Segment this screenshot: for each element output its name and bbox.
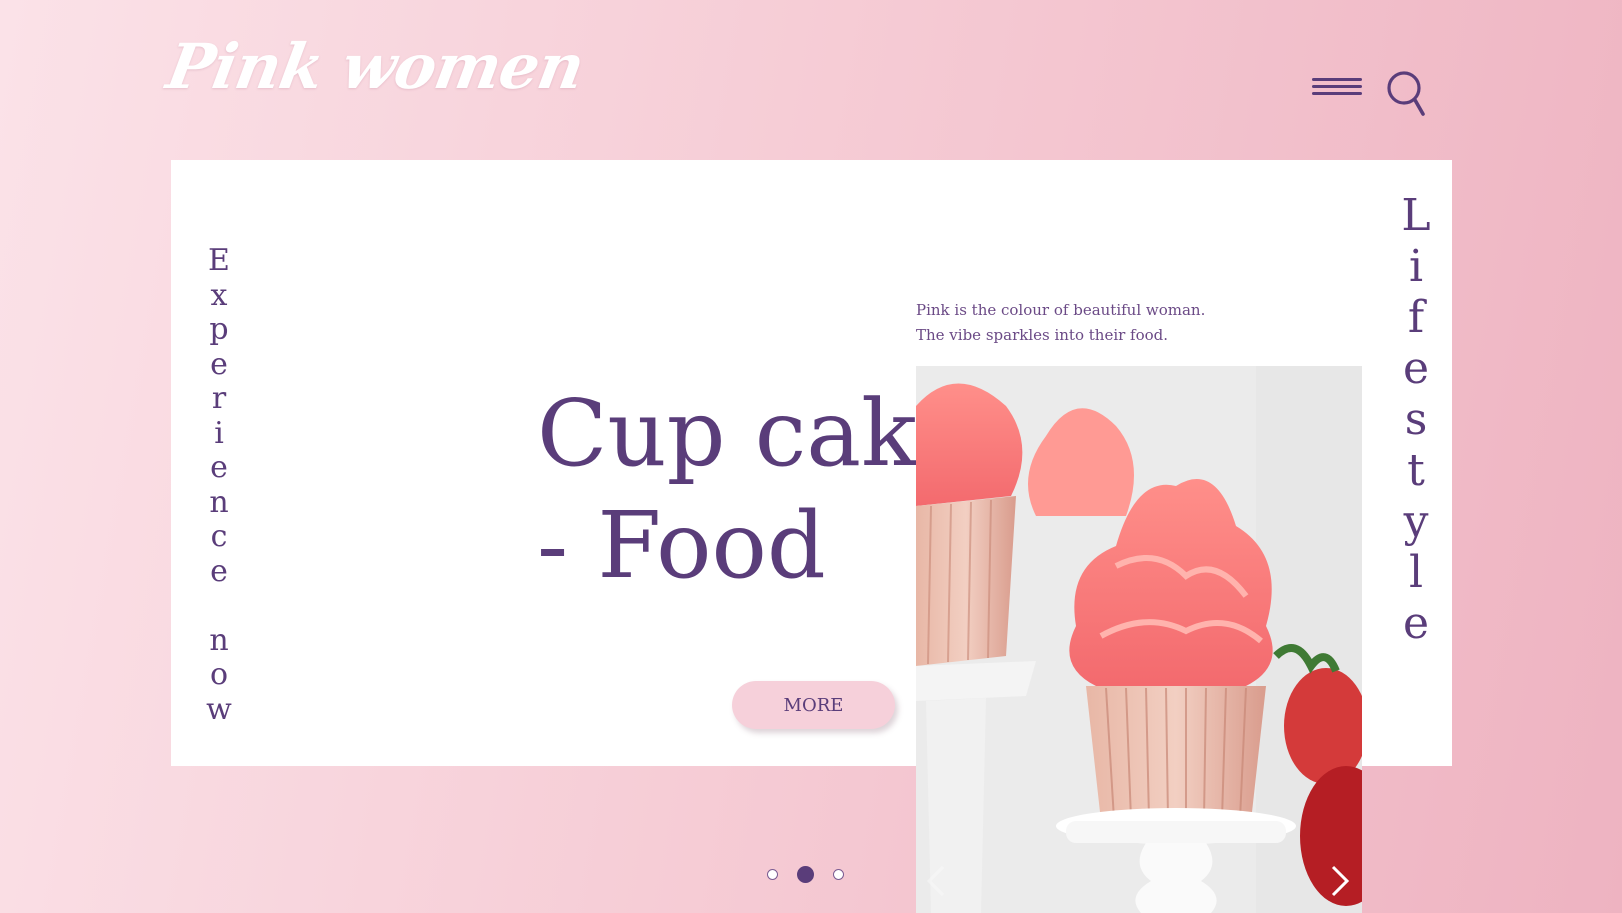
vertical-letter: c: [210, 519, 228, 554]
vertical-letter: l: [1408, 547, 1424, 598]
vertical-letter: t: [1407, 445, 1425, 496]
vertical-letter: o: [209, 657, 229, 692]
vertical-letter: E: [208, 243, 230, 278]
vertical-letter: e: [1402, 343, 1430, 394]
vertical-letter: [199, 589, 239, 624]
cupcake-illustration: [916, 366, 1362, 913]
lifestyle-vertical-text: Lifestyle: [1391, 190, 1441, 649]
slider-dot-2[interactable]: [797, 866, 814, 883]
vertical-letter: e: [210, 450, 228, 485]
logo[interactable]: Pink women: [162, 30, 590, 103]
vertical-letter: e: [210, 553, 228, 589]
hamburger-menu-icon[interactable]: [1312, 78, 1362, 108]
vertical-letter: x: [210, 277, 228, 313]
vertical-letter: i: [214, 415, 224, 451]
vertical-letter: n: [209, 484, 229, 520]
chevron-left-icon[interactable]: [926, 864, 946, 898]
slider-dots: [767, 866, 844, 883]
vertical-letter: n: [209, 622, 229, 658]
tagline-line-2: The vibe sparkles into their food.: [916, 326, 1169, 344]
tagline: Pink is the colour of beautiful woman. T…: [916, 298, 1316, 348]
tagline-line-1: Pink is the colour of beautiful woman.: [916, 301, 1206, 319]
vertical-letter: r: [211, 381, 227, 416]
vertical-letter: i: [1408, 241, 1424, 292]
vertical-letter: w: [206, 691, 232, 727]
vertical-letter: e: [210, 346, 228, 382]
experience-now-vertical-text: Experience now: [199, 243, 239, 727]
vertical-letter: e: [1402, 598, 1430, 649]
slider-dot-3[interactable]: [833, 869, 844, 880]
vertical-letter: L: [1401, 190, 1431, 241]
cupcake-photo: [916, 366, 1362, 913]
slider-dot-1[interactable]: [767, 869, 778, 880]
chevron-right-icon[interactable]: [1330, 864, 1350, 898]
search-icon[interactable]: [1386, 70, 1430, 118]
vertical-letter: y: [1403, 496, 1429, 547]
vertical-letter: f: [1407, 292, 1425, 343]
more-button[interactable]: MORE: [732, 681, 895, 729]
vertical-letter: p: [209, 312, 229, 347]
vertical-letter: s: [1404, 394, 1428, 445]
